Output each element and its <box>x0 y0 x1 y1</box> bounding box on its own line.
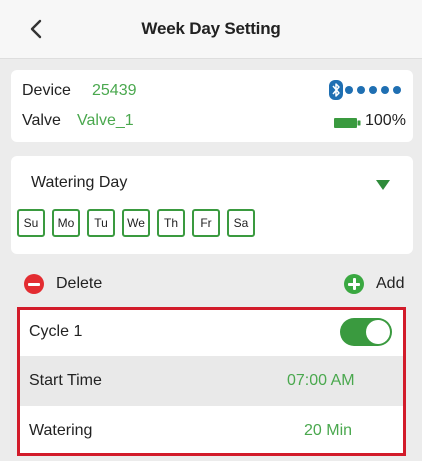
day-button-su[interactable]: Su <box>17 209 45 237</box>
signal-dot <box>345 86 353 94</box>
day-button-th[interactable]: Th <box>157 209 185 237</box>
day-button-fr[interactable]: Fr <box>192 209 220 237</box>
start-time-label: Start Time <box>29 372 102 389</box>
signal-dot <box>357 86 365 94</box>
day-button-tu[interactable]: Tu <box>87 209 115 237</box>
start-time-row[interactable]: Start Time 07:00 AM <box>20 356 403 406</box>
watering-duration-value: 20 Min <box>304 422 353 439</box>
signal-dot <box>393 86 401 94</box>
battery-icon <box>334 116 361 128</box>
cycle-toggle[interactable] <box>340 318 392 346</box>
add-label: Add <box>376 275 405 292</box>
week-day-setting-screen: Week Day Setting Device 25439 Valve Valv… <box>0 0 422 461</box>
delete-label: Delete <box>56 275 103 292</box>
delete-button[interactable]: Delete <box>24 274 102 294</box>
day-button-mo[interactable]: Mo <box>52 209 80 237</box>
cycle-panel: Cycle 1 Start Time 07:00 AM Watering 20 … <box>17 307 406 456</box>
day-button-sa[interactable]: Sa <box>227 209 255 237</box>
cycle-header-row: Cycle 1 <box>20 310 403 356</box>
plus-circle-icon <box>344 274 364 294</box>
signal-dot <box>381 86 389 94</box>
device-id: 25439 <box>92 82 137 99</box>
valve-name: Valve_1 <box>77 112 134 129</box>
cycle-name: Cycle 1 <box>29 323 83 340</box>
battery-level: 100% <box>365 112 406 129</box>
bluetooth-icon <box>329 80 343 100</box>
signal-dot <box>369 86 377 94</box>
watering-day-card: Watering Day Su Mo Tu We Th Fr Sa <box>11 156 413 254</box>
start-time-value: 07:00 AM <box>287 372 355 389</box>
triangle-down-icon[interactable] <box>375 178 391 190</box>
toggle-knob <box>366 320 390 344</box>
minus-circle-icon <box>24 274 44 294</box>
valve-label: Valve <box>22 112 61 129</box>
watering-duration-row[interactable]: Watering 20 Min <box>20 406 403 453</box>
add-button[interactable]: Add <box>344 274 404 294</box>
day-button-we[interactable]: We <box>122 209 150 237</box>
weekday-selector: Su Mo Tu We Th Fr Sa <box>17 209 255 237</box>
header-bar: Week Day Setting <box>0 0 422 59</box>
device-info-card: Device 25439 Valve Valve_1 100% <box>11 70 413 142</box>
signal-strength-indicator <box>345 86 401 94</box>
watering-label: Watering <box>29 422 93 439</box>
page-title: Week Day Setting <box>141 19 281 38</box>
watering-day-label: Watering Day <box>31 174 128 191</box>
device-label: Device <box>22 82 71 99</box>
